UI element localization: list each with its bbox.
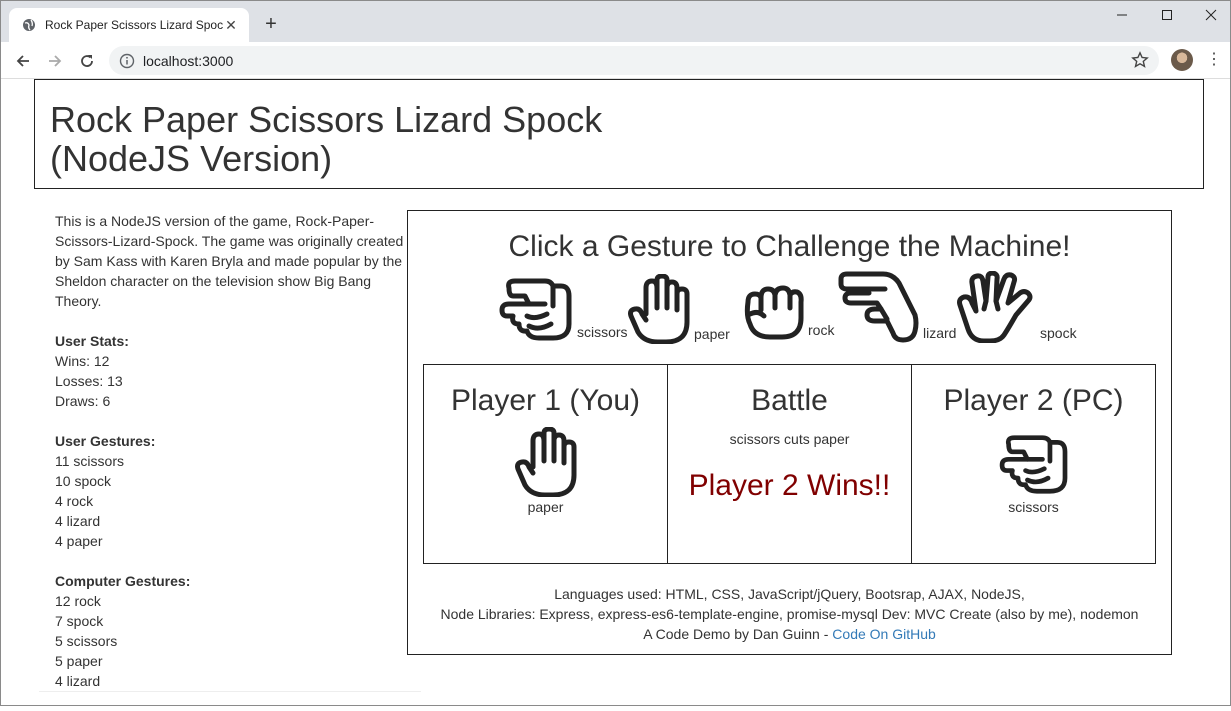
globe-icon [21, 17, 37, 33]
stats-sidebar: This is a NodeJS version of the game, Ro… [55, 211, 407, 711]
list-item: 4 lizard [55, 513, 101, 529]
close-window-icon[interactable] [1188, 1, 1231, 29]
browser-window: Rock Paper Scissors Lizard Spock ✕ + loc… [0, 0, 1231, 706]
address-bar[interactable]: localhost:3000 [109, 46, 1159, 75]
github-link[interactable]: Code On GitHub [832, 626, 936, 642]
rock-hand-icon [744, 285, 804, 340]
list-item: 4 rock [55, 493, 94, 509]
menu-kebab-icon[interactable]: ⋮ [1206, 51, 1222, 69]
divider [39, 691, 421, 692]
list-item: 12 rock [55, 593, 101, 609]
list-item: 4 lizard [55, 673, 101, 689]
list-item: 10 spock [55, 473, 112, 489]
user-stats-heading: User Stats: [55, 333, 129, 349]
player1-gesture: paper [527, 499, 564, 515]
player2-panel: Player 2 (PC) scissors [911, 364, 1156, 564]
battle-description: scissors cuts paper [729, 431, 850, 447]
gesture-label: lizard [923, 325, 957, 341]
gesture-button-rock[interactable]: rock [742, 284, 834, 340]
gesture-button-spock[interactable]: spock [956, 271, 1077, 343]
browser-toolbar: localhost:3000 ⋮ [1, 42, 1230, 79]
minimize-icon[interactable] [1099, 1, 1145, 29]
profile-avatar[interactable] [1171, 49, 1193, 71]
gesture-label: spock [1040, 325, 1077, 341]
user-gestures-heading: User Gestures: [55, 433, 156, 449]
list-item: Losses: 13 [55, 373, 123, 389]
bookmark-star-icon[interactable] [1131, 51, 1149, 74]
game-title: Click a Gesture to Challenge the Machine… [508, 230, 1071, 263]
list-item: 4 paper [55, 533, 103, 549]
player1-title: Player 1 (You) [451, 384, 640, 417]
gesture-label: scissors [577, 324, 628, 340]
list-item: 7 spock [55, 613, 104, 629]
page-title-line1: Rock Paper Scissors Lizard Spock [50, 99, 603, 140]
battle-result: Player 2 Wins!! [688, 469, 891, 502]
gesture-button-lizard[interactable]: lizard [837, 271, 956, 343]
forward-arrow-icon[interactable] [42, 48, 68, 74]
list-item: Wins: 12 [55, 353, 110, 369]
tab-title: Rock Paper Scissors Lizard Spock [45, 18, 223, 32]
scissors-hand-icon [499, 278, 572, 341]
footer-languages: Languages used: HTML, CSS, JavaScript/jQ… [554, 586, 1025, 602]
battle-title: Battle [751, 384, 828, 417]
page-title-line2: (NodeJS Version) [50, 138, 333, 179]
player1-panel: Player 1 (You) paper [423, 364, 668, 564]
reload-icon[interactable] [74, 48, 100, 74]
list-item: 5 paper [55, 653, 103, 669]
gesture-label: paper [694, 326, 730, 342]
gesture-label: rock [808, 322, 835, 338]
new-tab-icon[interactable]: + [259, 13, 283, 37]
intro-text: This is a NodeJS version of the game, Ro… [55, 213, 404, 309]
scissors-hand-icon [999, 435, 1067, 494]
tab-strip: Rock Paper Scissors Lizard Spock ✕ + [1, 1, 1230, 42]
browser-tab[interactable]: Rock Paper Scissors Lizard Spock ✕ [9, 8, 249, 42]
spock-hand-icon [957, 271, 1033, 343]
list-item: Draws: 6 [55, 393, 111, 409]
lizard-hand-icon [838, 271, 919, 343]
computer-gestures-heading: Computer Gestures: [55, 573, 191, 589]
paper-hand-icon [628, 274, 690, 344]
player2-gesture: scissors [1008, 499, 1059, 515]
user-gestures: User Gestures: 11 scissors 10 spock 4 ro… [55, 431, 407, 551]
back-arrow-icon[interactable] [10, 48, 36, 74]
page-header: Rock Paper Scissors Lizard Spock (NodeJS… [34, 79, 1204, 189]
gesture-button-paper[interactable]: paper [628, 274, 730, 344]
footer-credit-text: A Code Demo by Dan Guinn - [643, 626, 833, 642]
list-item: 5 scissors [55, 633, 118, 649]
list-item: 11 scissors [55, 453, 124, 469]
battle-panel: Battle scissors cuts paper Player 2 Wins… [667, 364, 912, 564]
info-icon[interactable] [119, 53, 135, 69]
footer-credit: A Code Demo by Dan Guinn - Code On GitHu… [407, 624, 1172, 644]
computer-gestures: Computer Gestures: 12 rock 7 spock 5 sci… [55, 571, 407, 691]
footer-libraries: Node Libraries: Express, express-es6-tem… [440, 606, 1139, 622]
page-title: Rock Paper Scissors Lizard Spock (NodeJS… [50, 100, 1188, 178]
paper-hand-icon [514, 427, 576, 497]
close-tab-icon[interactable]: ✕ [223, 17, 239, 34]
url-text: localhost:3000 [143, 52, 234, 69]
gesture-button-scissors[interactable]: scissors [499, 276, 628, 342]
user-stats: User Stats: Wins: 12 Losses: 13 Draws: 6 [55, 331, 407, 411]
maximize-icon[interactable] [1144, 1, 1190, 29]
game-footer: Languages used: HTML, CSS, JavaScript/jQ… [407, 584, 1172, 644]
player2-title: Player 2 (PC) [943, 384, 1124, 417]
